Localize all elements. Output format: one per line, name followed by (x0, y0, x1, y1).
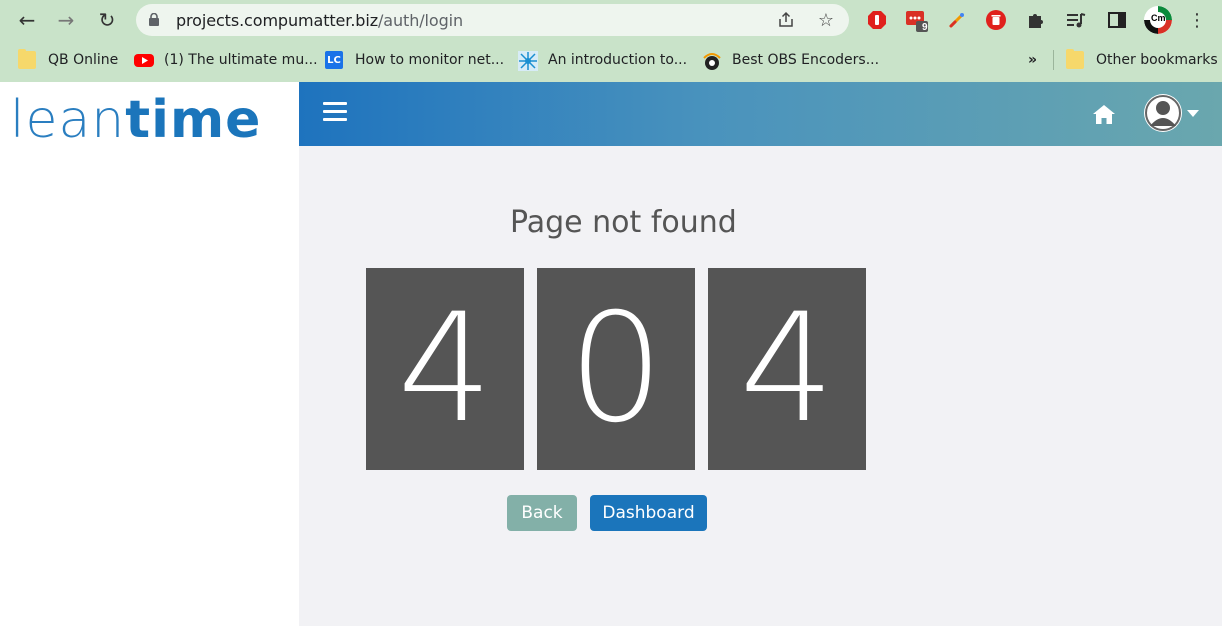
address-bar[interactable]: projects.compumatter.biz/auth/login ☆ (136, 4, 849, 36)
browser-chrome: ← → ↻ projects.compumatter.biz/auth/logi… (0, 0, 1222, 82)
bookmark-obs[interactable]: Best OBS Encoders... (702, 50, 879, 70)
bookmark-label: An introduction to... (548, 52, 688, 68)
error-digit: 4 (366, 268, 524, 470)
error-digit: 0 (537, 268, 695, 470)
user-avatar-icon[interactable] (1144, 94, 1182, 132)
url-host: projects.compumatter.biz (176, 11, 378, 30)
kebab-menu-icon[interactable]: ⋮ (1183, 6, 1211, 34)
bookmark-qb-online[interactable]: QB Online (18, 49, 119, 70)
logo-text-light: lean (10, 90, 126, 150)
chevron-down-icon[interactable] (1187, 110, 1199, 117)
other-bookmarks[interactable]: Other bookmarks (1066, 49, 1218, 70)
browser-toolbar: ← → ↻ projects.compumatter.biz/auth/logi… (0, 0, 1222, 40)
youtube-icon (134, 51, 154, 69)
back-button[interactable]: Back (507, 495, 577, 531)
bookmark-label: QB Online (48, 52, 119, 68)
eyedropper-icon[interactable] (945, 8, 969, 32)
network-icon (518, 51, 538, 71)
logo-text-bold: time (125, 90, 262, 150)
page-title: Page not found (510, 205, 737, 240)
back-arrow-icon[interactable]: ← (13, 6, 41, 34)
bookmarks-divider (1053, 50, 1054, 70)
star-icon[interactable]: ☆ (816, 10, 836, 31)
bookmark-introduction[interactable]: An introduction to... (518, 50, 688, 71)
adblock-icon[interactable] (865, 8, 889, 32)
puzzle-icon[interactable] (1024, 8, 1048, 32)
trash-extension-icon[interactable] (984, 8, 1008, 32)
folder-icon (18, 49, 36, 69)
bookmark-label: (1) The ultimate mu... (164, 52, 318, 68)
obs-icon (702, 51, 721, 70)
dashboard-button[interactable]: Dashboard (590, 495, 707, 531)
error-digit: 4 (708, 268, 866, 470)
url-path: /auth/login (378, 11, 464, 30)
sidebar: leantime (0, 82, 299, 626)
bookmark-label: How to monitor net... (355, 52, 505, 68)
bookmark-lc[interactable]: LC How to monitor net... (325, 50, 504, 70)
bookmark-youtube[interactable]: (1) The ultimate mu... (134, 50, 318, 70)
profile-avatar[interactable]: Cm (1144, 6, 1172, 34)
url-text[interactable]: projects.compumatter.biz/auth/login (176, 11, 463, 30)
lc-icon: LC (325, 51, 343, 69)
side-panel-icon[interactable] (1105, 8, 1129, 32)
menu-toggle-icon[interactable] (323, 102, 347, 122)
home-icon[interactable] (1092, 103, 1116, 125)
bookmark-label: Best OBS Encoders... (732, 52, 880, 68)
extension-badge-icon[interactable]: 9 (904, 8, 928, 33)
app-header (299, 82, 1222, 146)
media-control-icon[interactable] (1064, 8, 1088, 32)
bookmarks-bar: QB Online (1) The ultimate mu... LC How … (0, 40, 1222, 80)
forward-arrow-icon[interactable]: → (52, 6, 80, 34)
other-bookmarks-label: Other bookmarks (1096, 52, 1218, 68)
bookmarks-overflow[interactable]: » (1028, 50, 1037, 70)
share-icon[interactable] (776, 10, 796, 30)
app-logo[interactable]: leantime (10, 90, 261, 150)
extension-badge-count: 9 (922, 22, 928, 33)
lock-icon (149, 13, 159, 26)
folder-icon (1066, 49, 1084, 69)
profile-initials: Cm (1151, 13, 1166, 23)
reload-icon[interactable]: ↻ (93, 6, 121, 34)
